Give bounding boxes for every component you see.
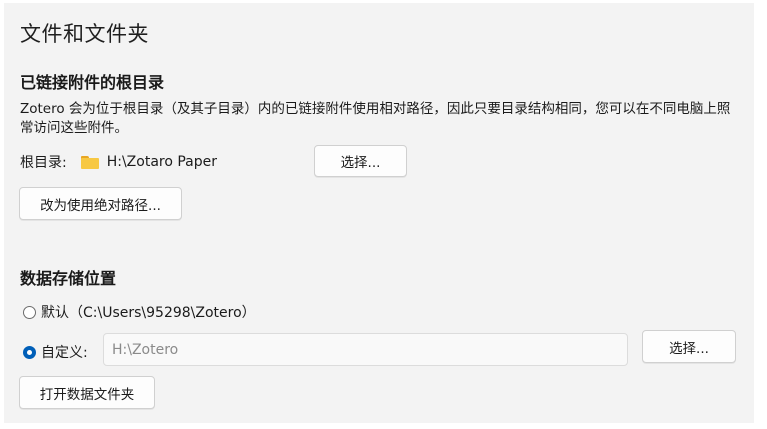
settings-panel: 文件和文件夹 已链接附件的根目录 Zotero 会为位于根目录（及其子目录）内的… [4,3,754,423]
default-location-label: 默认（C:\Users\95298\Zotero） [41,305,256,321]
default-location-option[interactable]: 默认（C:\Users\95298\Zotero） [23,302,256,322]
base-directory-row: 根目录: H:\Zotaro Paper [20,152,217,172]
folder-icon [80,155,99,169]
use-absolute-paths-button[interactable]: 改为使用绝对路径... [19,187,182,220]
choose-data-directory-button[interactable]: 选择... [642,330,736,363]
custom-location-radio[interactable] [23,345,36,359]
linked-attachments-description: Zotero 会为位于根目录（及其子目录）内的已链接附件使用相对路径，因此只要目… [20,101,731,136]
default-location-radio[interactable] [23,305,36,319]
choose-base-directory-button[interactable]: 选择... [314,145,407,177]
open-data-folder-button[interactable]: 打开数据文件夹 [19,376,155,409]
custom-location-path: H:\Zotero [112,341,179,358]
custom-location-option[interactable]: 自定义: [23,342,88,362]
page-title: 文件和文件夹 [20,22,149,46]
base-directory-label: 根目录: [20,155,67,171]
data-storage-heading: 数据存储位置 [20,269,117,288]
custom-location-field[interactable]: H:\Zotero [103,333,628,366]
custom-location-label: 自定义: [41,345,88,361]
base-directory-path: H:\Zotaro Paper [106,154,218,170]
linked-attachments-heading: 已链接附件的根目录 [20,73,165,92]
